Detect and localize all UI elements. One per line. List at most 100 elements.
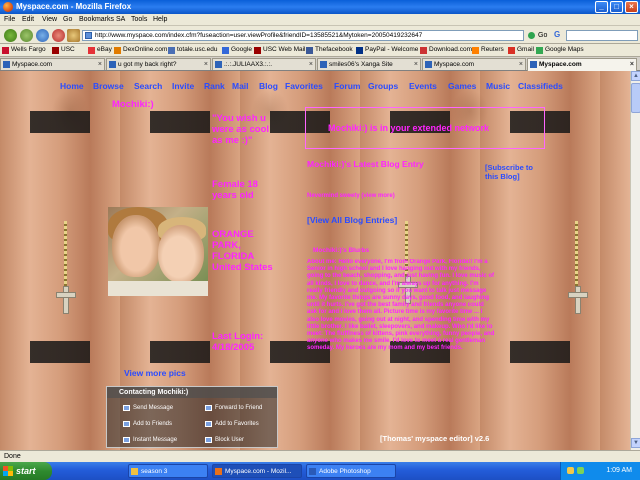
nav-groups[interactable]: Groups — [368, 81, 398, 91]
bookmark-item[interactable]: totale.usc.edu — [168, 46, 217, 54]
view-more-pics-link[interactable]: View more pics — [124, 368, 186, 378]
browser-tab[interactable]: .:.:.JULIAAX3.:.:. × — [212, 58, 316, 70]
envelope-icon — [123, 405, 130, 411]
home-icon[interactable] — [67, 29, 80, 42]
bookmark-item[interactable]: PayPal - Welcome — [356, 46, 418, 54]
address-bar[interactable]: http://www.myspace.com/index.cfm?fuseact… — [82, 30, 524, 41]
vertical-scrollbar[interactable]: ▲ ▼ — [630, 71, 640, 450]
maximize-button[interactable]: □ — [610, 1, 623, 13]
bookmark-favicon-icon — [52, 47, 59, 54]
tab-close-icon[interactable]: × — [98, 59, 102, 70]
system-tray: 1:09 AM — [560, 462, 640, 480]
bookmark-item[interactable]: Thefacebook — [306, 46, 353, 54]
tab-favicon-icon — [215, 61, 222, 68]
scroll-down-arrow-icon[interactable]: ▼ — [631, 438, 640, 448]
blog-entry-link[interactable]: Nevermind sweety (view more) — [307, 193, 395, 199]
profile-last-login: Last Login: 4/18/2005 — [212, 331, 264, 353]
photo-detail — [112, 215, 160, 277]
tab-bar: Myspace.com × u got my back right? × .:.:.JU… — [0, 57, 640, 71]
add-to-favorites-link[interactable]: Add to Favorites — [205, 421, 259, 427]
browser-tab[interactable]: u got my back right? × — [106, 58, 211, 70]
tab-close-icon[interactable]: × — [519, 59, 523, 70]
nav-blog[interactable]: Blog — [259, 81, 278, 91]
bookmark-item[interactable]: Wells Fargo — [2, 46, 46, 54]
send-message-link[interactable]: Send Message — [123, 405, 173, 411]
menu-view[interactable]: View — [42, 16, 57, 23]
go-button[interactable]: Go — [528, 30, 550, 41]
bookmark-item[interactable]: USC Web Mail — [254, 46, 306, 54]
menu-go[interactable]: Go — [63, 16, 72, 23]
reload-icon[interactable] — [36, 29, 49, 42]
tab-close-icon[interactable]: × — [414, 59, 418, 70]
nav-events[interactable]: Events — [409, 81, 437, 91]
contact-box: Contacting Mochiki:) Send Message Forwar… — [106, 386, 278, 448]
stop-icon[interactable] — [52, 29, 65, 42]
bookmark-favicon-icon — [168, 47, 175, 54]
instant-message-link[interactable]: Instant Message — [123, 437, 177, 443]
send-message-label: Send Message — [133, 405, 174, 411]
menu-sa[interactable]: SA — [116, 16, 125, 23]
nav-mail[interactable]: Mail — [232, 81, 249, 91]
back-icon[interactable] — [4, 29, 17, 42]
editor-credit-link[interactable]: [Thomas' myspace editor] v2.6 — [380, 434, 489, 443]
taskbar-app-button[interactable]: Adobe Photoshop — [306, 464, 396, 478]
subscribe-link[interactable]: [Subscribe to this Blog] — [485, 163, 545, 181]
menu-edit[interactable]: Edit — [22, 16, 34, 23]
favorites-icon — [205, 421, 212, 427]
menu-tools[interactable]: Tools — [131, 16, 147, 23]
bookmark-item[interactable]: Reuters — [472, 46, 504, 54]
menu-bookmarks[interactable]: Bookmarks — [79, 16, 114, 23]
scroll-thumb[interactable] — [631, 83, 640, 113]
nav-favorites[interactable]: Favorites — [285, 81, 323, 91]
profile-photo[interactable] — [108, 207, 208, 296]
tab-close-icon[interactable]: × — [204, 59, 208, 70]
nav-home[interactable]: Home — [60, 81, 84, 91]
nav-rank[interactable]: Rank — [204, 81, 225, 91]
tab-label: .:.:.JULIAAX3.:.:. — [224, 61, 273, 68]
view-all-blog-link[interactable]: [View All Blog Entries] — [307, 215, 397, 225]
tab-close-icon[interactable]: × — [630, 59, 634, 70]
start-button[interactable]: start — [0, 462, 52, 480]
bookmark-favicon-icon — [420, 47, 427, 54]
add-to-friends-link[interactable]: Add to Friends — [123, 421, 172, 427]
nav-music[interactable]: Music — [486, 81, 510, 91]
bookmark-item[interactable]: Gmail — [508, 46, 534, 54]
bookmark-item[interactable]: Google Maps — [536, 46, 584, 54]
browser-tab[interactable]: Myspace.com × — [422, 58, 526, 70]
bookmark-item[interactable]: Download.com — [420, 46, 472, 54]
nav-forum[interactable]: Forum — [334, 81, 360, 91]
profile-location: ORANGE PARK, FLORIDA United States — [212, 229, 273, 273]
nav-invite[interactable]: Invite — [172, 81, 194, 91]
bookmark-favicon-icon — [306, 47, 313, 54]
bookmark-favicon-icon — [472, 47, 479, 54]
minimize-button[interactable]: _ — [595, 1, 608, 13]
bookmark-item[interactable]: USC — [52, 46, 75, 54]
block-user-link[interactable]: Block User — [205, 437, 244, 443]
nav-games[interactable]: Games — [448, 81, 476, 91]
browser-tab[interactable]: smiles06's Xanga Site × — [317, 58, 421, 70]
google-search-icon[interactable]: G — [554, 30, 564, 40]
taskbar-app-button[interactable]: season 3 — [128, 464, 208, 478]
tab-close-icon[interactable]: × — [309, 59, 313, 70]
bookmark-item[interactable]: Google — [222, 46, 252, 54]
scroll-up-arrow-icon[interactable]: ▲ — [631, 71, 640, 81]
bookmark-item[interactable]: DexOnline.com — [114, 46, 167, 54]
browser-tab[interactable]: Myspace.com × — [527, 58, 637, 71]
taskbar-app-button[interactable]: Myspace.com - Mozil... — [212, 464, 302, 478]
menu-help[interactable]: Help — [153, 16, 167, 23]
tab-label: u got my back right? — [118, 61, 177, 68]
browser-tab[interactable]: Myspace.com × — [0, 58, 105, 70]
forward-to-friend-link[interactable]: Forward to Friend — [205, 405, 262, 411]
forward-icon[interactable] — [20, 29, 33, 42]
search-input[interactable] — [566, 30, 638, 41]
tray-icon[interactable] — [567, 467, 574, 474]
bookmark-label: Wells Fargo — [11, 46, 46, 53]
menu-file[interactable]: File — [4, 16, 15, 23]
nav-classifieds[interactable]: Classifieds — [518, 81, 563, 91]
bookmark-favicon-icon — [114, 47, 121, 54]
nav-browse[interactable]: Browse — [93, 81, 124, 91]
nav-search[interactable]: Search — [134, 81, 162, 91]
tray-icon[interactable] — [577, 467, 584, 474]
close-button[interactable]: × — [625, 1, 638, 13]
bookmark-item[interactable]: eBay — [88, 46, 112, 54]
